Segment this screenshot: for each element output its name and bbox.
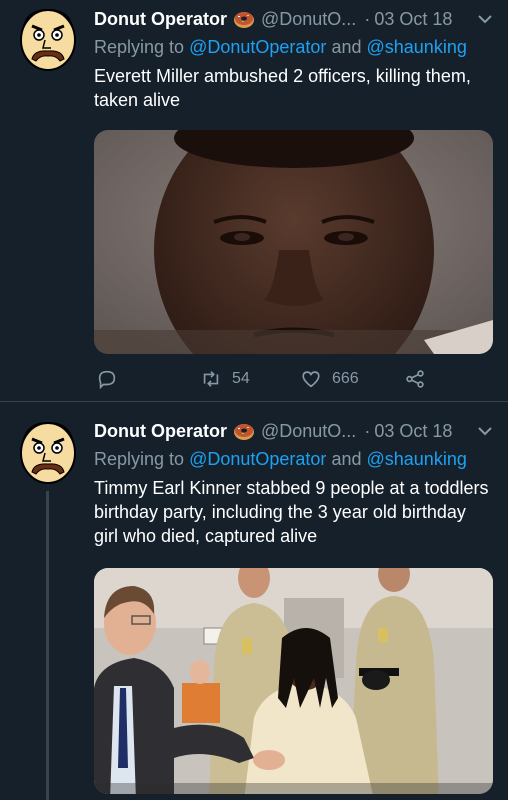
handle[interactable]: @DonutO... — [261, 421, 356, 442]
tweet-photo[interactable] — [94, 568, 493, 794]
tweet-header: Donut Operator @DonutO... · 03 Oct 18 — [94, 419, 494, 443]
like-count: 666 — [332, 370, 359, 387]
separator: · — [364, 8, 371, 29]
mention-link[interactable]: @DonutOperator — [189, 37, 326, 57]
display-name[interactable]: Donut Operator — [94, 421, 227, 442]
replying-to: Replying to @DonutOperator and @shaunkin… — [94, 35, 494, 59]
tweet-content: Donut Operator @DonutO... · 03 Oct 18 Re… — [94, 419, 494, 548]
mention-link[interactable]: @shaunking — [367, 449, 467, 469]
chevron-down-icon[interactable] — [476, 422, 494, 440]
tweet-content: Donut Operator @DonutO... · 03 Oct 18 Re… — [94, 7, 494, 112]
replying-to-and: and — [331, 449, 362, 469]
share-button[interactable] — [404, 368, 426, 390]
reply-icon — [98, 370, 116, 390]
timestamp[interactable]: 03 Oct 18 — [374, 421, 452, 442]
display-name[interactable]: Donut Operator — [94, 9, 227, 30]
replying-to: Replying to @DonutOperator and @shaunkin… — [94, 447, 494, 471]
separator: · — [364, 420, 371, 441]
avatar[interactable] — [14, 4, 82, 72]
mention-link[interactable]: @DonutOperator — [189, 449, 326, 469]
like-button[interactable]: 666 — [300, 368, 359, 390]
chevron-down-icon[interactable] — [476, 10, 494, 28]
tweet[interactable]: Donut Operator @DonutO... · 03 Oct 18 Re… — [0, 403, 508, 800]
retweet-count: 54 — [232, 370, 250, 387]
replying-to-and: and — [331, 37, 362, 57]
tweet-actions: 54 666 — [94, 368, 434, 392]
replying-to-label: Replying to — [94, 449, 185, 469]
handle[interactable]: @DonutO... — [261, 9, 356, 30]
donut-icon — [233, 420, 255, 442]
tweet-text: Timmy Earl Kinner stabbed 9 people at a … — [94, 478, 489, 546]
thread-line — [46, 491, 49, 800]
replying-to-label: Replying to — [94, 37, 185, 57]
retweet-icon — [203, 371, 219, 387]
mention-link[interactable]: @shaunking — [367, 37, 467, 57]
tweet[interactable]: Donut Operator @DonutO... · 03 Oct 18 Re… — [0, 0, 508, 402]
reply-button[interactable] — [96, 368, 128, 390]
tweet-photo[interactable] — [94, 130, 493, 354]
timestamp[interactable]: 03 Oct 18 — [374, 9, 452, 30]
avatar[interactable] — [14, 417, 82, 485]
retweet-button[interactable]: 54 — [200, 368, 250, 390]
heart-icon — [302, 371, 320, 388]
donut-icon — [233, 8, 255, 30]
share-icon — [406, 370, 424, 388]
tweet-text: Everett Miller ambushed 2 officers, kill… — [94, 66, 471, 110]
tweet-header: Donut Operator @DonutO... · 03 Oct 18 — [94, 7, 494, 31]
